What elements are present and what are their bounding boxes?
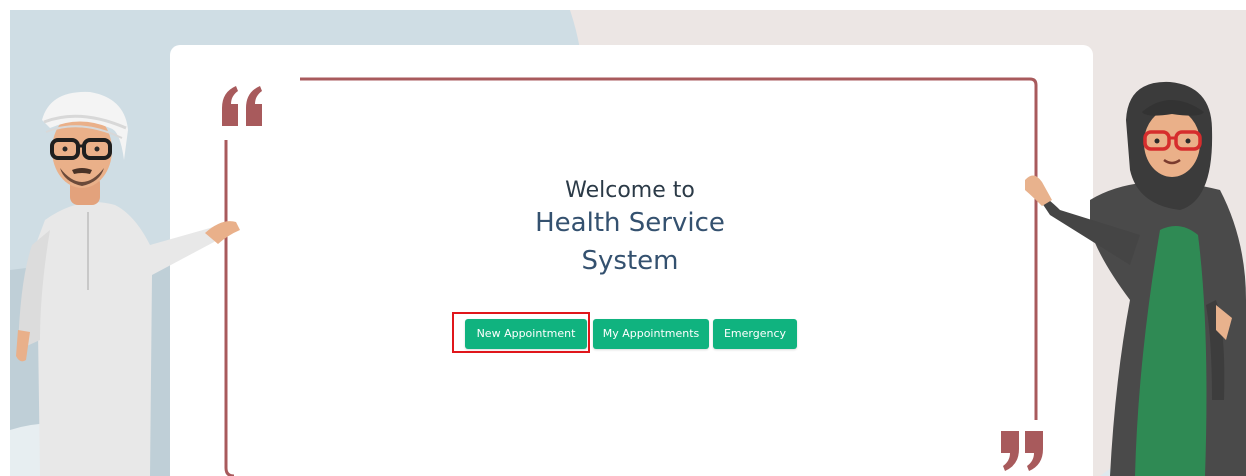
welcome-line-3: System bbox=[581, 246, 679, 276]
emergency-button[interactable]: Emergency bbox=[713, 319, 797, 349]
welcome-line-1: Welcome to bbox=[565, 178, 695, 203]
welcome-line-2: Health Service bbox=[535, 208, 725, 238]
new-appointment-button[interactable]: New Appointment bbox=[465, 319, 587, 349]
welcome-heading: Welcome to Health Service System bbox=[480, 178, 780, 280]
woman-character-illustration bbox=[1025, 81, 1246, 476]
my-appointments-button[interactable]: My Appointments bbox=[593, 319, 709, 349]
man-character-illustration bbox=[16, 91, 240, 476]
page: Welcome to Health Service System New App… bbox=[0, 0, 1246, 476]
